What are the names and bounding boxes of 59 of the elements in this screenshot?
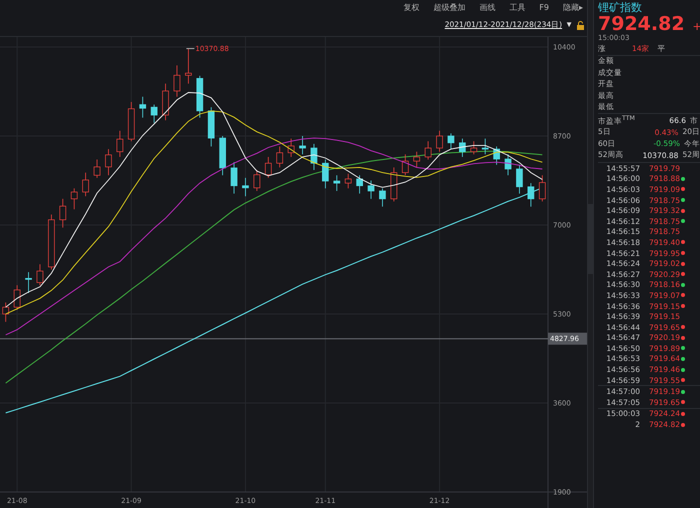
candle [333, 174, 340, 192]
candle [459, 138, 466, 158]
candle [538, 174, 546, 202]
candle [356, 174, 363, 194]
candle [116, 130, 124, 158]
candle [310, 143, 318, 170]
candle [36, 264, 44, 286]
toolbar-button[interactable]: 工具 [509, 2, 526, 12]
index-name: 锂矿指数 [598, 1, 643, 14]
toolbar-button[interactable]: 隐藏▸ [562, 2, 583, 12]
candle [322, 159, 329, 189]
range-menu-button[interactable]: ▼ [565, 21, 573, 29]
candle [448, 132, 454, 150]
candle [162, 83, 169, 121]
leader-line [186, 48, 195, 50]
candle [379, 188, 386, 208]
toolbar-button[interactable]: F9 [539, 2, 549, 12]
candle [150, 104, 158, 124]
candle [185, 48, 192, 84]
candle [390, 167, 398, 202]
candle [516, 164, 523, 194]
candle [344, 173, 352, 189]
candle [528, 182, 534, 208]
candle [70, 188, 78, 210]
candle [288, 138, 294, 158]
candle [504, 154, 512, 176]
candle [424, 140, 432, 160]
candle [276, 146, 284, 168]
candle [254, 170, 260, 192]
toolbar-button[interactable]: 复权 [403, 2, 420, 12]
candle [128, 102, 135, 142]
candle [94, 159, 100, 178]
candle [219, 136, 226, 176]
lock-icon[interactable] [576, 20, 585, 30]
candle [105, 148, 112, 176]
candle [402, 154, 409, 176]
candle [368, 180, 374, 200]
candle [208, 106, 215, 147]
candle [299, 136, 306, 155]
candle [196, 75, 204, 118]
candle [242, 177, 249, 197]
candle [482, 138, 489, 155]
candle [230, 162, 238, 194]
candle [82, 172, 89, 197]
candle [59, 198, 66, 228]
candle [493, 146, 500, 166]
toolbar-button[interactable]: 画线 [479, 2, 496, 12]
candle [25, 272, 32, 294]
candle [139, 96, 146, 118]
candle [264, 156, 272, 178]
candle [174, 64, 180, 98]
candle [14, 284, 20, 310]
candle [413, 151, 420, 168]
toolbar-button[interactable]: 超级叠加 [433, 2, 466, 12]
scroll-bar[interactable] [587, 0, 593, 508]
index-price: 7924.82 [598, 14, 685, 34]
candle [470, 140, 478, 155]
candle [48, 214, 55, 270]
candle [436, 130, 443, 152]
